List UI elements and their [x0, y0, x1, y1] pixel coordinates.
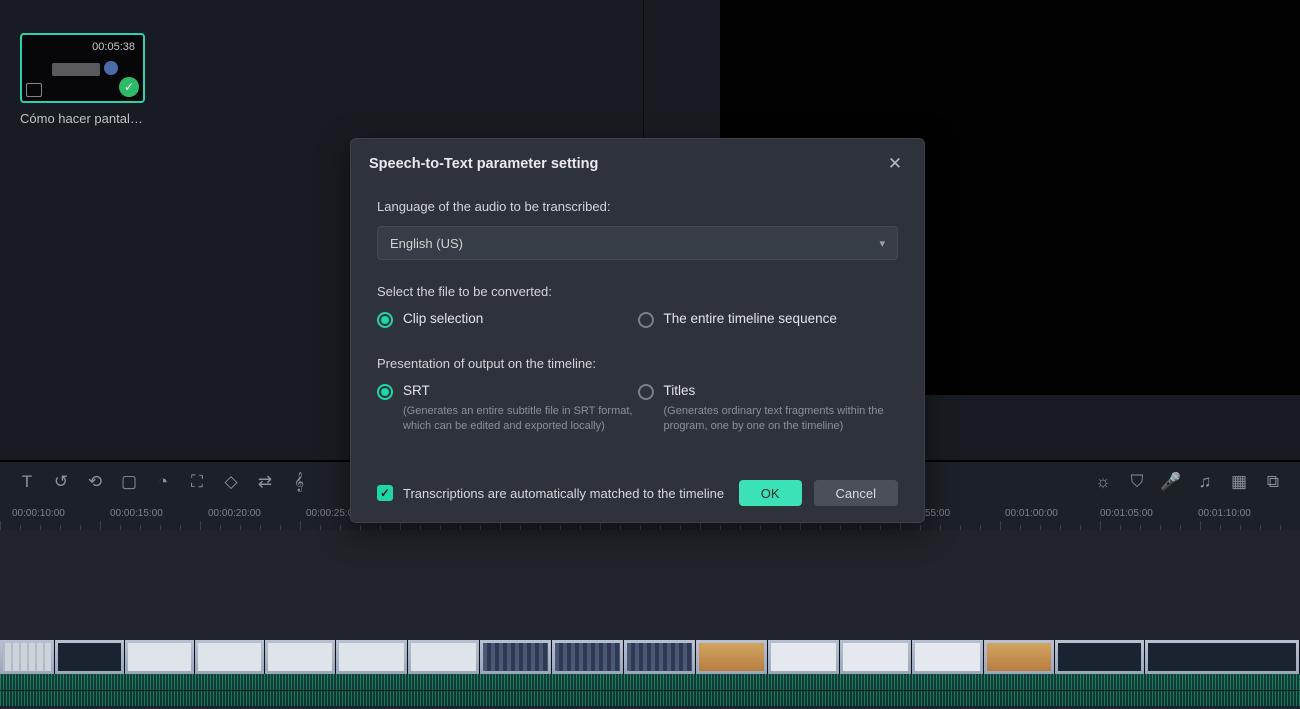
language-label: Language of the audio to be transcribed:: [377, 199, 898, 214]
radio-label: The entire timeline sequence: [664, 311, 837, 326]
radio-label: Clip selection: [403, 311, 483, 326]
radio-description: (Generates an entire subtitle file in SR…: [403, 404, 633, 434]
language-value: English (US): [390, 236, 463, 251]
radio-icon: [377, 312, 393, 328]
radio-label: Titles: [664, 383, 696, 398]
dialog-footer: ✓ Transcriptions are automatically match…: [377, 480, 898, 506]
speech-to-text-dialog: Speech-to-Text parameter setting ✕ Langu…: [350, 138, 925, 523]
dialog-title: Speech-to-Text parameter setting: [369, 156, 598, 172]
radio-description: (Generates ordinary text fragments withi…: [664, 404, 894, 434]
language-section: Language of the audio to be transcribed:…: [377, 199, 898, 260]
dialog-body: Language of the audio to be transcribed:…: [351, 185, 924, 434]
checkbox-label: Transcriptions are automatically matched…: [403, 486, 724, 501]
ok-button[interactable]: OK: [739, 480, 802, 506]
radio-entire-timeline[interactable]: The entire timeline sequence: [638, 311, 899, 328]
auto-match-checkbox[interactable]: ✓ Transcriptions are automatically match…: [377, 485, 739, 501]
file-section: Select the file to be converted: Clip se…: [377, 284, 898, 332]
radio-label: SRT: [403, 383, 430, 398]
radio-clip-selection[interactable]: Clip selection: [377, 311, 638, 328]
checkbox-icon: ✓: [377, 485, 393, 501]
close-icon[interactable]: ✕: [884, 153, 906, 175]
radio-icon: [638, 312, 654, 328]
output-section: Presentation of output on the timeline: …: [377, 356, 898, 434]
chevron-down-icon: ▾: [879, 237, 885, 250]
file-label: Select the file to be converted:: [377, 284, 898, 299]
cancel-button[interactable]: Cancel: [814, 480, 898, 506]
dialog-header: Speech-to-Text parameter setting ✕: [351, 139, 924, 185]
radio-icon: [638, 384, 654, 400]
modal-overlay: Speech-to-Text parameter setting ✕ Langu…: [0, 0, 1300, 709]
language-select[interactable]: English (US) ▾: [377, 226, 898, 260]
radio-icon: [377, 384, 393, 400]
radio-srt[interactable]: SRT: [377, 383, 638, 400]
output-label: Presentation of output on the timeline:: [377, 356, 898, 371]
radio-titles[interactable]: Titles: [638, 383, 899, 400]
